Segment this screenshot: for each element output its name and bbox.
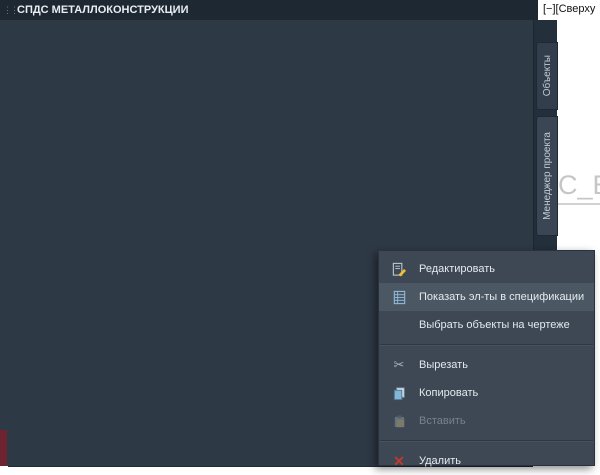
menu-item-label: Выбрать объекты на чертеже xyxy=(419,319,570,331)
context-menu: Редактировать Показать эл-ты в специфика… xyxy=(378,250,595,466)
specification-icon xyxy=(379,290,419,305)
delete-icon xyxy=(379,453,419,470)
menu-item-show-in-specification[interactable]: Показать эл-ты в спецификации xyxy=(379,283,594,311)
menu-item-edit[interactable]: Редактировать xyxy=(379,255,594,283)
tab-project-manager[interactable]: Менеджер проекта xyxy=(536,116,558,236)
menu-item-label: Удалить xyxy=(419,455,461,467)
menu-separator xyxy=(380,440,593,442)
drag-handle-icon[interactable] xyxy=(3,4,13,16)
panel-titlebar[interactable]: СПДС МЕТАЛЛОКОНСТРУКЦИИ xyxy=(0,0,538,20)
window-edge-accent xyxy=(0,430,7,466)
menu-item-label: Вырезать xyxy=(419,359,468,371)
tab-project-manager-label: Менеджер проекта xyxy=(542,132,553,220)
menu-separator xyxy=(380,344,593,346)
viewport-label[interactable]: [−][Сверху xyxy=(543,3,595,15)
menu-item-cut[interactable]: Вырезать xyxy=(379,351,594,379)
menu-item-delete[interactable]: Удалить xyxy=(379,447,594,475)
menu-item-label: Копировать xyxy=(419,387,478,399)
panel-title: СПДС МЕТАЛЛОКОНСТРУКЦИИ xyxy=(17,4,188,16)
menu-item-select-objects[interactable]: Выбрать объекты на чертеже xyxy=(379,311,594,339)
tab-objects[interactable]: Объекты xyxy=(536,42,558,110)
edit-icon xyxy=(379,262,419,277)
paste-icon xyxy=(379,414,419,429)
menu-item-copy[interactable]: Копировать xyxy=(379,379,594,407)
copy-icon xyxy=(379,386,419,401)
drawing-text-watermark: С_Ба xyxy=(558,170,600,205)
menu-item-label: Редактировать xyxy=(419,263,495,275)
menu-item-label: Вставить xyxy=(419,415,466,427)
tab-objects-label: Объекты xyxy=(542,55,553,96)
menu-item-paste[interactable]: Вставить xyxy=(379,407,594,435)
cut-icon xyxy=(379,357,419,373)
menu-item-label: Показать эл-ты в спецификации xyxy=(419,291,584,303)
